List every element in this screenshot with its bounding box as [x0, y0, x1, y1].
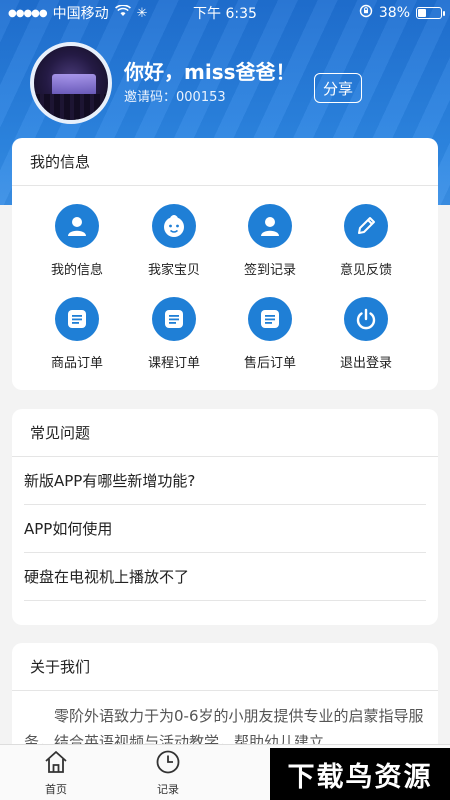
- faq-item[interactable]: 硬盘在电视机上播放不了: [24, 553, 426, 601]
- faq-card: 常见问题 新版APP有哪些新增功能? APP如何使用 硬盘在电视机上播放不了: [12, 409, 438, 625]
- tab-home-label: 首页: [45, 783, 67, 796]
- pencil-icon: [344, 204, 388, 248]
- invite-code: 邀请码：000153: [124, 90, 226, 105]
- faq-item[interactable]: APP如何使用: [24, 505, 426, 553]
- grid-item-my-info[interactable]: 我的信息: [37, 204, 117, 294]
- greeting-text: 你好，miss爸爸！: [124, 60, 296, 84]
- list-icon: [55, 297, 99, 341]
- avatar-crowd-image: [34, 94, 108, 120]
- power-icon: [344, 297, 388, 341]
- tab-home[interactable]: 首页: [31, 749, 81, 797]
- grid-item-label: 我的信息: [50, 263, 103, 278]
- grid-item-logout[interactable]: 退出登录: [326, 297, 406, 387]
- about-title: 关于我们: [12, 643, 438, 691]
- home-icon: [43, 749, 69, 779]
- grid-item-label: 签到记录: [243, 263, 296, 278]
- clock-icon: [155, 749, 181, 779]
- my-info-grid: 我的信息 我家宝贝 签到记录 意见反馈 商品订单 课程订单 售后订单 退出登录: [12, 186, 438, 390]
- grid-item-feedback[interactable]: 意见反馈: [326, 204, 406, 294]
- grid-item-label: 退出登录: [339, 356, 392, 371]
- my-info-title: 我的信息: [12, 138, 438, 186]
- grid-item-course-orders[interactable]: 课程订单: [134, 297, 214, 387]
- clock-time: 下午 6:35: [193, 6, 257, 22]
- battery-fill: [418, 9, 426, 17]
- avatar-stage-image: [52, 74, 96, 96]
- person-icon: [248, 204, 292, 248]
- my-info-card: 我的信息 我的信息 我家宝贝 签到记录 意见反馈 商品订单 课程订单 售后订单 …: [12, 138, 438, 390]
- grid-item-checkin-record[interactable]: 签到记录: [230, 204, 310, 294]
- grid-item-label: 我家宝贝: [147, 263, 200, 278]
- faq-title: 常见问题: [12, 409, 438, 457]
- grid-item-label: 意见反馈: [339, 263, 392, 278]
- share-button[interactable]: 分享: [314, 73, 362, 103]
- tab-records-label: 记录: [157, 783, 179, 796]
- grid-item-after-sale-orders[interactable]: 售后订单: [230, 297, 310, 387]
- faq-item[interactable]: 新版APP有哪些新增功能?: [24, 457, 426, 505]
- status-bar: ●●●●● 中国移动 ✳ 下午 6:35 38%: [0, 0, 450, 26]
- grid-item-label: 商品订单: [50, 356, 103, 371]
- grid-item-label: 课程订单: [147, 356, 200, 371]
- watermark-logo: 下载鸟资源: [270, 748, 450, 800]
- battery-icon: [416, 7, 445, 19]
- avatar[interactable]: [30, 42, 112, 124]
- person-icon: [55, 204, 99, 248]
- grid-item-product-orders[interactable]: 商品订单: [37, 297, 117, 387]
- list-icon: [248, 297, 292, 341]
- baby-face-icon: [152, 204, 196, 248]
- grid-item-my-baby[interactable]: 我家宝贝: [134, 204, 214, 294]
- list-icon: [152, 297, 196, 341]
- grid-item-label: 售后订单: [243, 356, 296, 371]
- tab-records[interactable]: 记录: [143, 749, 193, 797]
